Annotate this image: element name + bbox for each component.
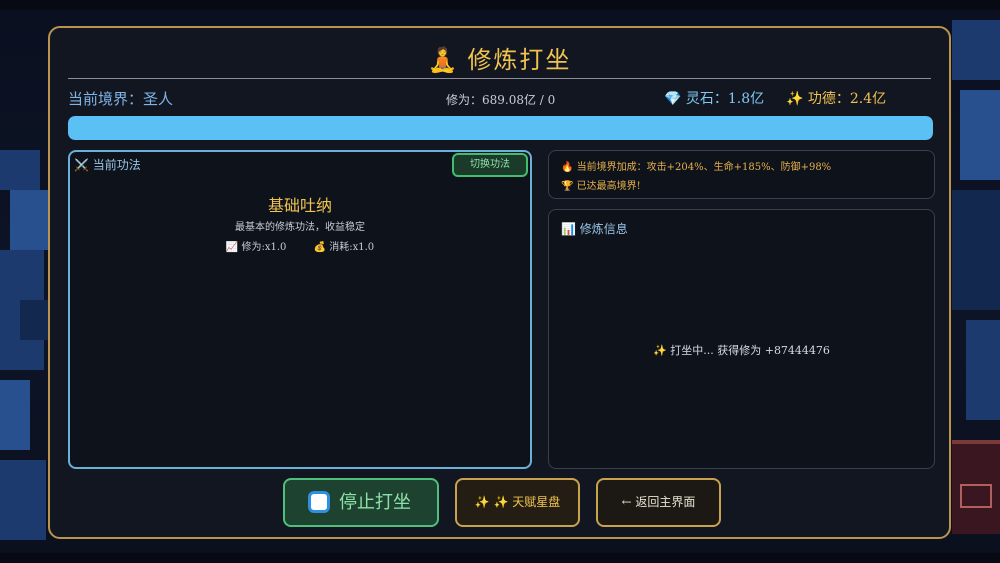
progress-fill [68,116,933,140]
technique-description: 最基本的修炼功法，收益稳定 [235,222,365,233]
stop-meditation-label: 停止打坐 [339,492,411,513]
cultivation-value: 修为：689.08亿 / 0 [446,93,556,107]
technique-modifiers: 📈 修为:x1.0 💰 消耗:x1.0 [70,238,530,253]
stats-bar: 当前境界：圣人 修为：689.08亿 / 0 💎 灵石：1.8亿 ✨ 功德：2.… [68,88,931,112]
realm-bonus-panel: 🔥 当前境界加成：攻击+204%、生命+185%、防御+98% 🏆 已达最高境界… [548,150,935,199]
switch-technique-button[interactable]: 切换功法 [452,153,528,177]
crossed-swords-icon: ⚔️ [74,158,89,172]
technique-panel: ⚔️ 当前功法 切换功法 基础吐纳 最基本的修炼功法，收益稳定 📈 修为:x1.… [68,150,532,469]
merit: ✨ 功德：2.4亿 [786,88,886,108]
panel-title: 🧘 修炼打坐 [50,40,949,75]
cost-modifier-value: 消耗:x1.0 [329,242,375,253]
cultivation-log-message: ✨ 打坐中... 获得修为 +87444476 [653,344,830,357]
technique-header-label: 当前功法 [92,158,141,172]
bottom-letterbox [0,553,1000,563]
max-realm-value: 已达最高境界! [576,181,641,192]
stop-meditation-button[interactable]: 停止打坐 [283,478,439,527]
cultivation-info-panel: 📊 修炼信息 ✨ 打坐中... 获得修为 +87444476 [548,209,935,469]
realm-bonus-text: 🔥 当前境界加成：攻击+204%、生命+185%、防御+98% [561,158,831,173]
title-divider [68,78,931,79]
cultivation-progress-bar [68,116,933,140]
max-realm-text: 🏆 已达最高境界! [561,177,641,192]
merit-value: 功德：2.4亿 [807,91,887,107]
realm-label: 当前境界：圣人 [68,90,174,108]
sparkle-icon: ✨ [786,91,804,107]
chart-up-icon: 📈 [225,242,239,253]
pagoda-roof [952,440,1000,534]
info-header: 📊 修炼信息 [561,220,628,237]
cultivation-modifier-value: 修为:x1.0 [241,242,287,253]
bar-chart-icon: 📊 [561,222,576,236]
info-header-label: 修炼信息 [579,222,628,236]
diamond-icon: 💎 [664,91,682,107]
cost-modifier: 💰 消耗:x1.0 [314,242,375,253]
technique-header: ⚔️ 当前功法 [74,156,141,173]
panel-title-text: 修炼打坐 [467,46,572,74]
trophy-icon: 🏆 [561,181,574,192]
cultivation-modifier: 📈 修为:x1.0 [226,242,290,253]
meditation-icon: 🧘 [427,46,460,74]
return-main-button[interactable]: ← 返回主界面 [596,478,721,527]
realm-bonus-value: 当前境界加成：攻击+204%、生命+185%、防御+98% [576,162,832,173]
stop-icon [311,494,327,510]
spirit-stones: 💎 灵石：1.8亿 [664,88,764,108]
talent-star-chart-button[interactable]: ✨ ✨ 天赋星盘 [455,478,580,527]
cultivation-panel: 🧘 修炼打坐 当前境界：圣人 修为：689.08亿 / 0 💎 灵石：1.8亿 ✨… [48,26,951,539]
top-letterbox [0,0,1000,10]
technique-name: 基础吐纳 [267,196,332,215]
fire-icon: 🔥 [561,162,574,173]
spirit-stones-value: 灵石：1.8亿 [685,91,765,107]
money-bag-icon: 💰 [313,242,327,253]
